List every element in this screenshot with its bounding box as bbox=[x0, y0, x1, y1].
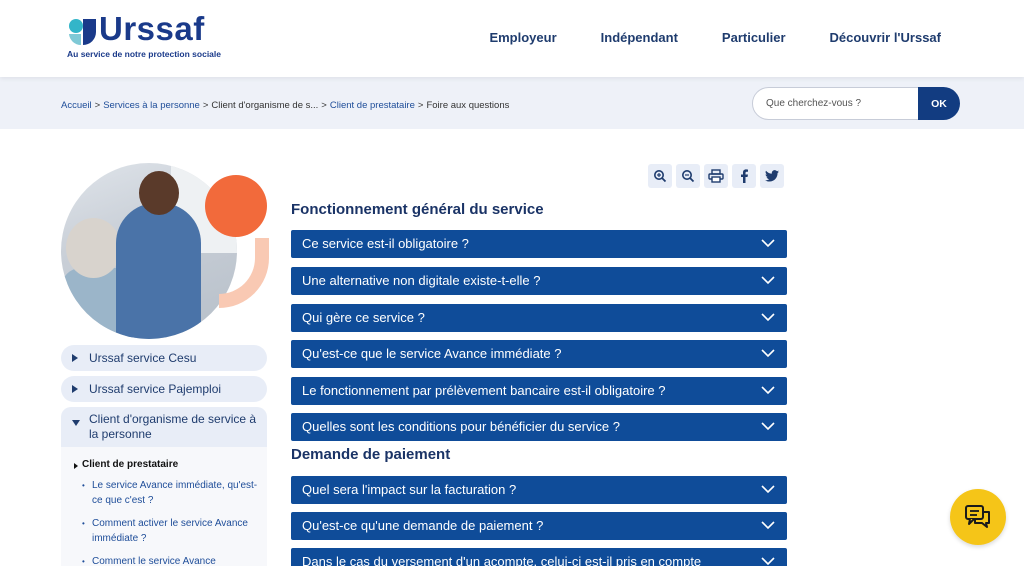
chevron-down-icon bbox=[761, 386, 775, 395]
chat-assistant-button[interactable] bbox=[950, 489, 1006, 545]
faq-question: Quelles sont les conditions pour bénéfic… bbox=[302, 419, 620, 434]
breadcrumb-separator: > bbox=[321, 100, 327, 111]
print-icon bbox=[708, 169, 724, 183]
sidebar-item-client-organisme[interactable]: Client d'organisme de service à la perso… bbox=[61, 407, 267, 447]
breadcrumb-client-organisme: Client d'organisme de s... bbox=[211, 100, 319, 111]
sidebar-sub-item[interactable]: Comment le service Avance bbox=[74, 554, 259, 566]
nav-employeur[interactable]: Employeur bbox=[489, 30, 556, 45]
sidebar-submenu: Client de prestataire Le service Avance … bbox=[61, 447, 267, 566]
triangle-right-icon bbox=[72, 385, 78, 393]
faq-question: Quel sera l'impact sur la facturation ? bbox=[302, 482, 517, 497]
print-button[interactable] bbox=[704, 164, 728, 188]
faq-item[interactable]: Qu'est-ce que le service Avance immédiat… bbox=[291, 340, 787, 368]
triangle-right-icon bbox=[72, 354, 78, 362]
breadcrumb-services-personne[interactable]: Services à la personne bbox=[103, 100, 200, 111]
breadcrumb-separator: > bbox=[417, 100, 424, 111]
breadcrumb-client-prestataire[interactable]: Client de prestataire bbox=[330, 100, 415, 111]
sidebar-item-label: Urssaf service Cesu bbox=[89, 351, 197, 365]
sidebar-sub-heading[interactable]: Client de prestataire bbox=[74, 459, 259, 470]
hero-photo-nurse bbox=[116, 203, 201, 339]
nav-independant[interactable]: Indépendant bbox=[601, 30, 678, 45]
hero-orange-circle bbox=[205, 175, 267, 237]
section-title-demande-paiement: Demande de paiement bbox=[291, 446, 451, 463]
chevron-down-icon bbox=[761, 313, 775, 322]
faq-question: Une alternative non digitale existe-t-el… bbox=[302, 273, 541, 288]
logo-mark-icon bbox=[69, 19, 96, 46]
breadcrumb-current: Foire aux questions bbox=[426, 100, 510, 111]
breadcrumb-accueil[interactable]: Accueil bbox=[61, 100, 92, 111]
breadcrumb-separator: > bbox=[94, 100, 101, 111]
breadcrumb-band: Accueil > Services à la personne > Client d'… bbox=[0, 77, 1024, 129]
sidebar-sub-item[interactable]: Le service Avance immédiate, qu'est-ce q… bbox=[74, 478, 259, 508]
facebook-share-button[interactable] bbox=[732, 164, 756, 188]
nav-particulier[interactable]: Particulier bbox=[722, 30, 786, 45]
faq-question: Qu'est-ce qu'une demande de paiement ? bbox=[302, 518, 544, 533]
hero-photo-nurse-head bbox=[139, 171, 179, 215]
faq-item[interactable]: Qu'est-ce qu'une demande de paiement ? bbox=[291, 512, 787, 540]
chevron-down-icon bbox=[761, 239, 775, 248]
chevron-down-icon bbox=[761, 276, 775, 285]
breadcrumb-separator: > bbox=[202, 100, 209, 111]
faq-question: Dans le cas du versement d'un acompte, c… bbox=[302, 554, 702, 566]
faq-question: Qui gère ce service ? bbox=[302, 310, 425, 325]
faq-item[interactable]: Ce service est-il obligatoire ? bbox=[291, 230, 787, 258]
logo-wordmark: Urssaf bbox=[99, 10, 205, 47]
faq-question: Ce service est-il obligatoire ? bbox=[302, 236, 469, 251]
search-form: OK bbox=[752, 87, 960, 120]
zoom-out-button[interactable] bbox=[676, 164, 700, 188]
faq-question: Le fonctionnement par prélèvement bancai… bbox=[302, 383, 666, 398]
faq-item[interactable]: Quel sera l'impact sur la facturation ? bbox=[291, 476, 787, 504]
chat-bubbles-icon bbox=[965, 505, 990, 528]
faq-item[interactable]: Dans le cas du versement d'un acompte, c… bbox=[291, 548, 787, 566]
search-input[interactable] bbox=[752, 87, 932, 120]
faq-item[interactable]: Le fonctionnement par prélèvement bancai… bbox=[291, 377, 787, 405]
zoom-in-icon bbox=[654, 170, 667, 183]
faq-item[interactable]: Qui gère ce service ? bbox=[291, 304, 787, 332]
faq-question: Qu'est-ce que le service Avance immédiat… bbox=[302, 346, 562, 361]
logo-tagline: Au service de notre protection sociale bbox=[67, 49, 221, 59]
section-title-fonctionnement: Fonctionnement général du service bbox=[291, 201, 544, 218]
sidebar-sub-item[interactable]: Comment activer le service Avance immédi… bbox=[74, 516, 259, 546]
zoom-out-icon bbox=[682, 170, 695, 183]
facebook-icon bbox=[741, 169, 748, 183]
twitter-icon bbox=[765, 170, 779, 182]
sidebar-item-label: Client d'organisme de service à la perso… bbox=[89, 412, 257, 441]
chevron-down-icon bbox=[761, 521, 775, 530]
site-header: Urssaf Au service de notre protection so… bbox=[0, 0, 1024, 77]
sidebar-menu: Urssaf service Cesu Urssaf service Pajem… bbox=[61, 345, 267, 566]
sidebar-item-pajemploi[interactable]: Urssaf service Pajemploi bbox=[61, 376, 267, 402]
urssaf-logo[interactable]: Urssaf Au service de notre protection so… bbox=[67, 10, 227, 65]
sidebar-hero-illustration bbox=[61, 163, 271, 343]
twitter-share-button[interactable] bbox=[760, 164, 784, 188]
faq-item[interactable]: Une alternative non digitale existe-t-el… bbox=[291, 267, 787, 295]
zoom-in-button[interactable] bbox=[648, 164, 672, 188]
triangle-down-icon bbox=[72, 420, 80, 426]
chevron-down-icon bbox=[761, 557, 775, 566]
faq-item[interactable]: Quelles sont les conditions pour bénéfic… bbox=[291, 413, 787, 441]
chevron-down-icon bbox=[761, 422, 775, 431]
sidebar-item-cesu[interactable]: Urssaf service Cesu bbox=[61, 345, 267, 371]
hero-photo-elder-head bbox=[66, 218, 121, 278]
sidebar-item-label: Urssaf service Pajemploi bbox=[89, 382, 222, 396]
nav-decouvrir-urssaf[interactable]: Découvrir l'Urssaf bbox=[830, 30, 941, 45]
chevron-down-icon bbox=[761, 485, 775, 494]
main-nav: Employeur Indépendant Particulier Découv… bbox=[445, 30, 941, 45]
page-tools bbox=[648, 164, 784, 188]
search-ok-button[interactable]: OK bbox=[918, 87, 960, 120]
hero-peach-arc bbox=[219, 238, 269, 308]
chevron-down-icon bbox=[761, 349, 775, 358]
breadcrumb: Accueil > Services à la personne > Client d'… bbox=[61, 100, 509, 111]
